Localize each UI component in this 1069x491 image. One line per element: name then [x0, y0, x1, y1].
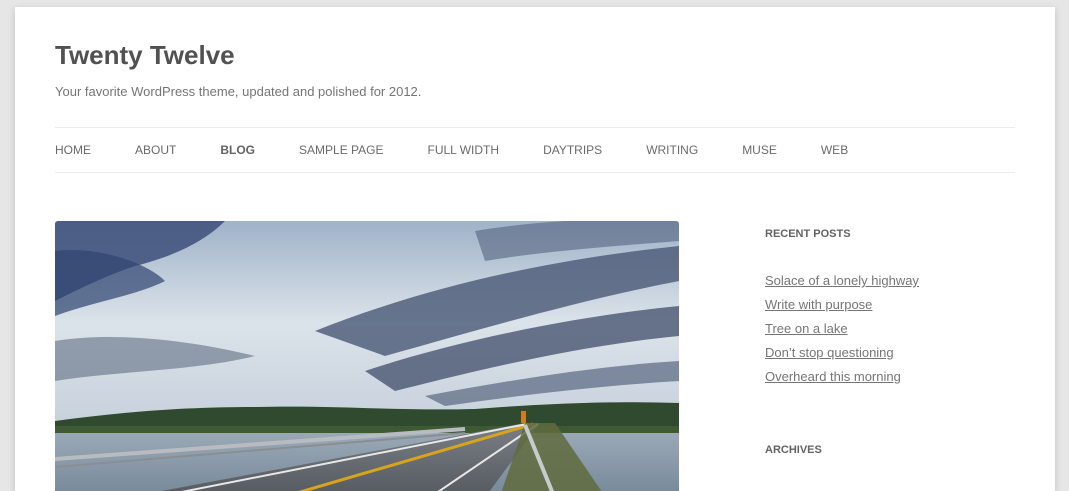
- recent-posts-list: Solace of a lonely highway Write with pu…: [765, 271, 919, 391]
- highway-landscape-image: [55, 221, 679, 491]
- nav-menu: HOME ABOUT BLOG SAMPLE PAGE FULL WIDTH D…: [55, 128, 1015, 172]
- recent-post-link[interactable]: Tree on a lake: [765, 321, 848, 336]
- site-title[interactable]: Twenty Twelve: [55, 39, 235, 71]
- list-item: Tree on a lake: [765, 319, 919, 343]
- site-description: Your favorite WordPress theme, updated a…: [55, 84, 422, 99]
- nav-item-about[interactable]: ABOUT: [135, 142, 176, 158]
- nav-item-writing[interactable]: WRITING: [646, 142, 698, 158]
- archives-title: ARCHIVES: [765, 444, 822, 456]
- nav-item-blog[interactable]: BLOG: [220, 142, 255, 158]
- list-item: Write with purpose: [765, 295, 919, 319]
- list-item: Don’t stop questioning: [765, 343, 919, 367]
- nav-item-web[interactable]: WEB: [821, 142, 848, 158]
- recent-post-link[interactable]: Don’t stop questioning: [765, 345, 894, 360]
- nav-item-daytrips[interactable]: DAYTRIPS: [543, 142, 602, 158]
- nav-item-home[interactable]: HOME: [55, 142, 91, 158]
- list-item: Solace of a lonely highway: [765, 271, 919, 295]
- main-navigation: HOME ABOUT BLOG SAMPLE PAGE FULL WIDTH D…: [55, 127, 1015, 173]
- list-item: Overheard this morning: [765, 367, 919, 391]
- page: Twenty Twelve Your favorite WordPress th…: [15, 7, 1055, 491]
- recent-post-link[interactable]: Write with purpose: [765, 297, 872, 312]
- featured-image[interactable]: [55, 221, 679, 491]
- recent-posts-title: RECENT POSTS: [765, 228, 851, 240]
- nav-item-muse[interactable]: MUSE: [742, 142, 777, 158]
- recent-post-link[interactable]: Solace of a lonely highway: [765, 273, 919, 288]
- recent-post-link[interactable]: Overheard this morning: [765, 369, 901, 384]
- nav-item-full-width[interactable]: FULL WIDTH: [428, 142, 500, 158]
- nav-item-sample-page[interactable]: SAMPLE PAGE: [299, 142, 383, 158]
